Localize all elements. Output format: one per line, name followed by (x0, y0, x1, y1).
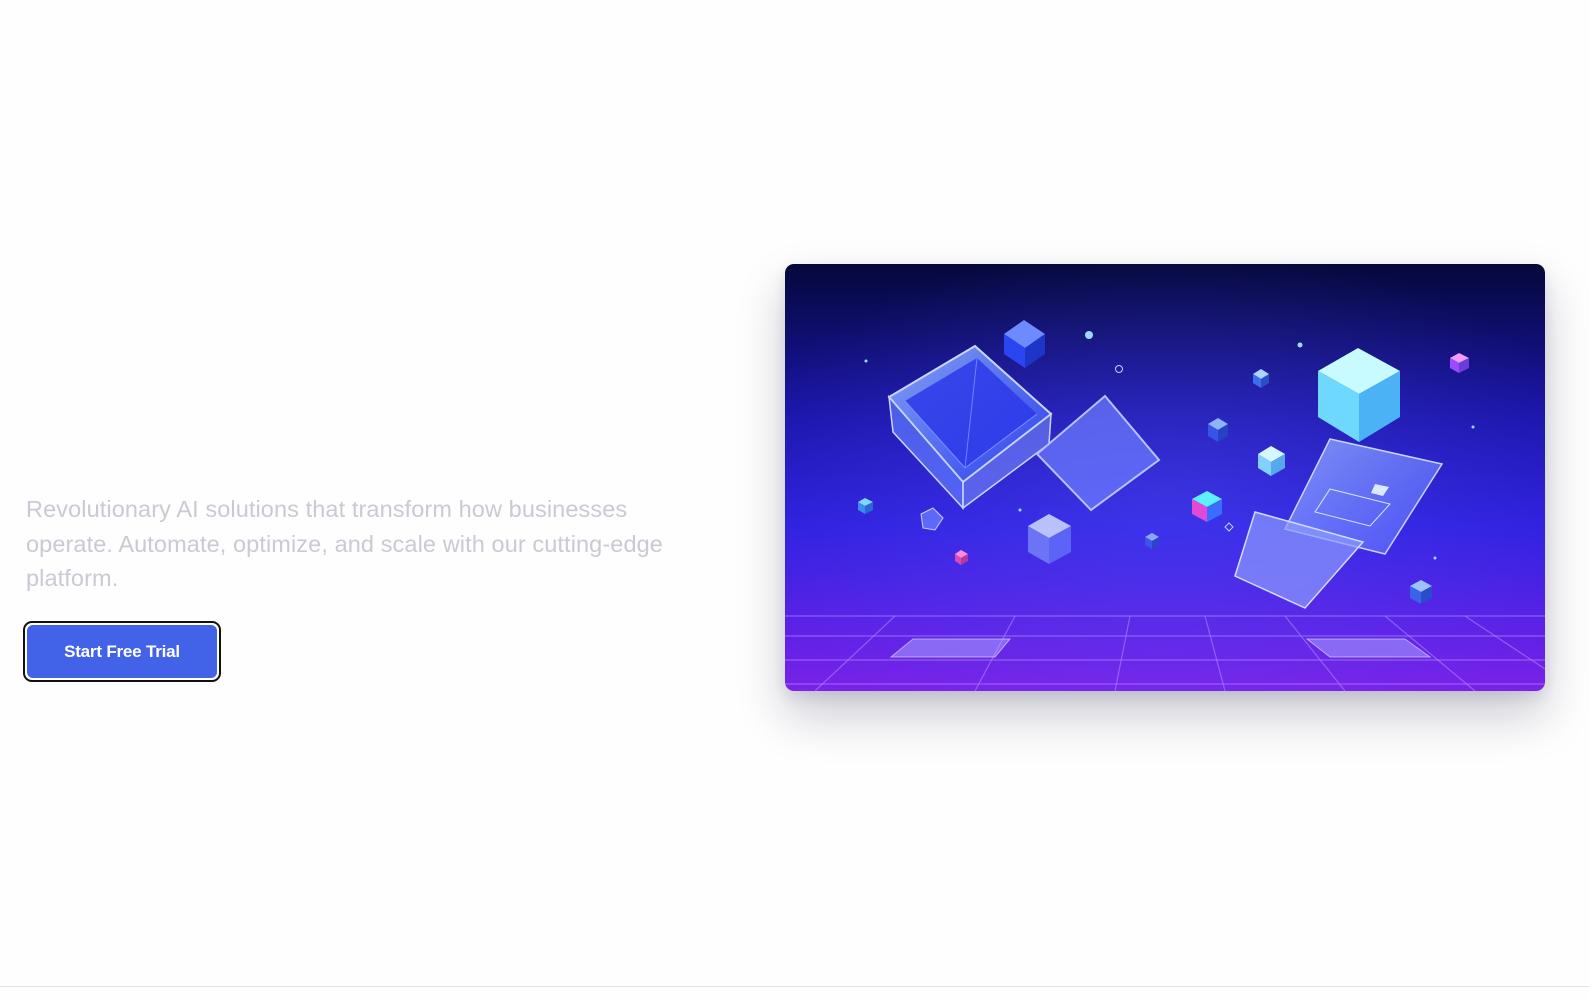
start-free-trial-label: Start Free Trial (27, 625, 217, 678)
landing-page: Revolutionary AI solutions that transfor… (0, 0, 1589, 999)
start-free-trial-button[interactable]: Start Free Trial (23, 621, 221, 682)
floating-cubes-illustration-icon (785, 264, 1545, 691)
footer-divider (0, 986, 1589, 987)
hero-illustration (785, 264, 1545, 691)
hero-text-block: Revolutionary AI solutions that transfor… (26, 492, 666, 596)
hero-description: Revolutionary AI solutions that transfor… (26, 496, 663, 591)
